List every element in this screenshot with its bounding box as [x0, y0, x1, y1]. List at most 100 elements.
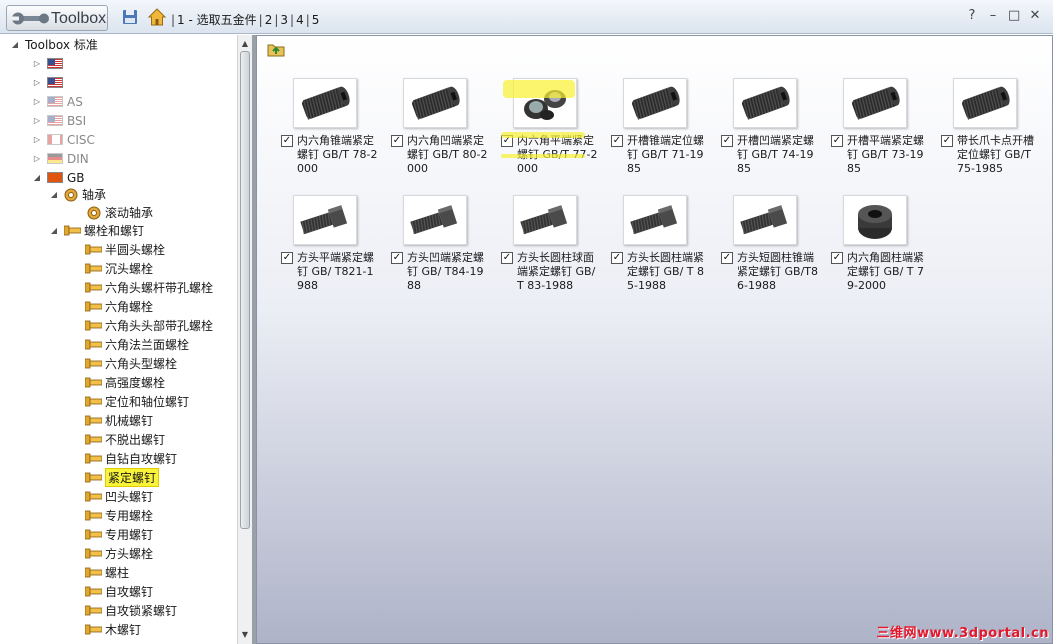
collapse-arrow-icon[interactable]: ◢ — [49, 226, 59, 235]
tree-item-screw-type[interactable]: 不脱出螺钉 — [85, 430, 165, 449]
part-checkbox[interactable]: ✓ — [501, 252, 513, 264]
tree-item-screw-type[interactable]: 定位和轴位螺钉 — [85, 392, 189, 411]
tree-item-screw-type[interactable]: 六角法兰面螺栓 — [85, 335, 189, 354]
tree-item-screw-type[interactable]: 木螺钉 — [85, 620, 141, 639]
tree-item-bearing[interactable]: ◢ 轴承 — [49, 185, 106, 204]
tree-item-set-screws-selected[interactable]: 紧定螺钉 — [85, 468, 160, 487]
part-checkbox[interactable]: ✓ — [831, 135, 843, 147]
part-checkbox[interactable]: ✓ — [281, 252, 293, 264]
tree-item-screw-type[interactable]: 沉头螺栓 — [85, 259, 153, 278]
tree-item-screw-type[interactable]: 六角头头部带孔螺栓 — [85, 316, 213, 335]
tab-step-3[interactable]: 3 — [280, 13, 288, 27]
scroll-up-arrow-icon[interactable]: ▲ — [238, 37, 252, 51]
part-thumbnail[interactable] — [733, 78, 797, 128]
part-item[interactable]: ✓ 方头短圆柱锥端紧定螺钉 GB/T86-1988 — [699, 195, 818, 303]
part-item[interactable]: ✓ 方头长圆柱球面端紧定螺钉 GB/T 83-1988 — [479, 195, 595, 303]
part-item[interactable]: ✓ 内六角凹端紧定螺钉 GB/T 80-2000 — [369, 78, 487, 186]
part-thumbnail[interactable] — [843, 78, 907, 128]
tab-step-4[interactable]: 4 — [296, 13, 304, 27]
tree-item-bolts-screws[interactable]: ◢ 螺栓和螺钉 — [49, 221, 144, 240]
part-checkbox[interactable]: ✓ — [281, 135, 293, 147]
expand-arrow-icon[interactable]: ▷ — [32, 135, 42, 144]
tree-item-screw-type[interactable]: 螺柱 — [85, 563, 129, 582]
part-checkbox[interactable]: ✓ — [391, 252, 403, 264]
collapse-arrow-icon[interactable]: ◢ — [49, 190, 59, 199]
part-item[interactable]: ✓ 开槽平端紧定螺钉 GB/T 73-1985 — [809, 78, 924, 186]
expand-arrow-icon[interactable]: ▷ — [32, 116, 42, 125]
tab-step-5[interactable]: 5 — [312, 13, 320, 27]
tree-item-screw-type[interactable]: 六角头型螺栓 — [85, 354, 177, 373]
tree-item-screw-type[interactable]: 六角螺栓 — [85, 297, 153, 316]
tree-item-screw-type[interactable]: 高强度螺栓 — [85, 373, 165, 392]
part-item[interactable]: ✓ 方头平端紧定螺钉 GB/ T821-1988 — [259, 195, 374, 303]
scroll-down-arrow-icon[interactable]: ▼ — [238, 628, 252, 642]
part-thumbnail[interactable] — [403, 195, 467, 245]
tree-item-screw-type[interactable]: 自攻螺钉 — [85, 582, 153, 601]
part-checkbox[interactable]: ✓ — [611, 252, 623, 264]
toolbox-logo-button[interactable]: Toolbox — [6, 5, 108, 31]
bearing-icon — [64, 188, 78, 201]
part-caption: 内六角圆柱端紧定螺钉 GB/ T 79-2000 — [847, 251, 924, 292]
part-caption: 开槽平端紧定螺钉 GB/T 73-1985 — [847, 134, 924, 175]
tree-item-screw-type[interactable]: 专用螺栓 — [85, 506, 153, 525]
tree-item-ansi-metric[interactable]: ▷ — [32, 73, 67, 92]
part-thumbnail[interactable] — [513, 195, 577, 245]
part-item[interactable]: ✓ 内六角圆柱端紧定螺钉 GB/ T 79-2000 — [809, 195, 924, 303]
part-item[interactable]: ✓ 方头长圆柱端紧定螺钉 GB/ T 85-1988 — [589, 195, 704, 303]
tree-item-screw-type[interactable]: 方头螺栓 — [85, 544, 153, 563]
collapse-arrow-icon[interactable]: ◢ — [32, 173, 42, 182]
save-icon[interactable] — [122, 9, 138, 25]
part-checkbox[interactable]: ✓ — [611, 135, 623, 147]
tree-item-screw-type[interactable]: 半圆头螺栓 — [85, 240, 165, 259]
help-button[interactable]: ? — [966, 9, 978, 23]
part-thumbnail[interactable] — [843, 195, 907, 245]
bolt-icon — [85, 434, 102, 445]
tree-item-screw-type[interactable]: 凹头螺钉 — [85, 487, 153, 506]
part-thumbnail[interactable] — [623, 195, 687, 245]
tree-item-screw-type[interactable]: 机械螺钉 — [85, 411, 153, 430]
tree-scrollbar[interactable]: ▲ ▼ — [237, 35, 252, 644]
part-checkbox[interactable]: ✓ — [941, 135, 953, 147]
close-button[interactable]: ✕ — [1029, 9, 1041, 23]
part-thumbnail[interactable] — [403, 78, 467, 128]
expand-arrow-icon[interactable]: ▷ — [32, 154, 42, 163]
part-item[interactable]: ✓ 方头凹端紧定螺钉 GB/ T84-1988 — [369, 195, 484, 303]
tree-item-ansi-inch[interactable]: ▷ — [32, 54, 67, 73]
part-item[interactable]: ✓ 开槽锥端定位螺钉 GB/T 71-1985 — [589, 78, 704, 186]
part-checkbox[interactable]: ✓ — [831, 252, 843, 264]
tab-step-1[interactable]: 1 - 选取五金件 — [177, 11, 257, 28]
tree-item-bsi[interactable]: ▷ BSI — [32, 111, 86, 130]
expand-arrow-icon[interactable]: ▷ — [32, 78, 42, 87]
scroll-thumb[interactable] — [240, 51, 250, 529]
part-thumbnail[interactable] — [293, 78, 357, 128]
bolt-icon — [85, 396, 102, 407]
tree-item-din[interactable]: ▷ DIN — [32, 149, 89, 168]
tree-item-screw-type[interactable]: 六角头螺杆带孔螺栓 — [85, 278, 213, 297]
tab-step-2[interactable]: 2 — [265, 13, 273, 27]
up-folder-icon[interactable] — [267, 41, 285, 57]
maximize-button[interactable]: □ — [1008, 9, 1020, 23]
part-thumbnail[interactable] — [733, 195, 797, 245]
minimize-button[interactable]: – — [987, 9, 999, 23]
part-item[interactable]: ✓ 开槽凹端紧定螺钉 GB/T 74-1985 — [699, 78, 814, 186]
tree-root[interactable]: ◢ Toolbox 标准 — [10, 35, 98, 54]
part-item[interactable]: ✓ 带长爪卡点开槽定位螺钉 GB/T 75-1985 — [919, 78, 1034, 186]
expand-arrow-icon[interactable]: ▷ — [32, 59, 42, 68]
tree-item-rolling-bearing[interactable]: 滚动轴承 — [87, 203, 153, 222]
tree-item-as[interactable]: ▷ AS — [32, 92, 83, 111]
tree-item-screw-type[interactable]: 自钻自攻螺钉 — [85, 449, 177, 468]
tree-item-screw-type[interactable]: 专用螺钉 — [85, 525, 153, 544]
collapse-arrow-icon[interactable]: ◢ — [10, 40, 20, 49]
part-checkbox[interactable]: ✓ — [391, 135, 403, 147]
tree-item-cisc[interactable]: ▷ CISC — [32, 130, 95, 149]
tree-item-screw-type[interactable]: 自攻锁紧螺钉 — [85, 601, 177, 620]
home-icon[interactable] — [148, 8, 166, 26]
part-checkbox[interactable]: ✓ — [721, 135, 733, 147]
expand-arrow-icon[interactable]: ▷ — [32, 97, 42, 106]
part-item[interactable]: ✓ 内六角锥端紧定螺钉 GB/T 78-2000 — [259, 78, 377, 186]
part-thumbnail[interactable] — [623, 78, 687, 128]
part-caption: 方头长圆柱球面端紧定螺钉 GB/T 83-1988 — [517, 251, 596, 292]
part-checkbox[interactable]: ✓ — [721, 252, 733, 264]
part-thumbnail[interactable] — [953, 78, 1017, 128]
part-thumbnail[interactable] — [293, 195, 357, 245]
